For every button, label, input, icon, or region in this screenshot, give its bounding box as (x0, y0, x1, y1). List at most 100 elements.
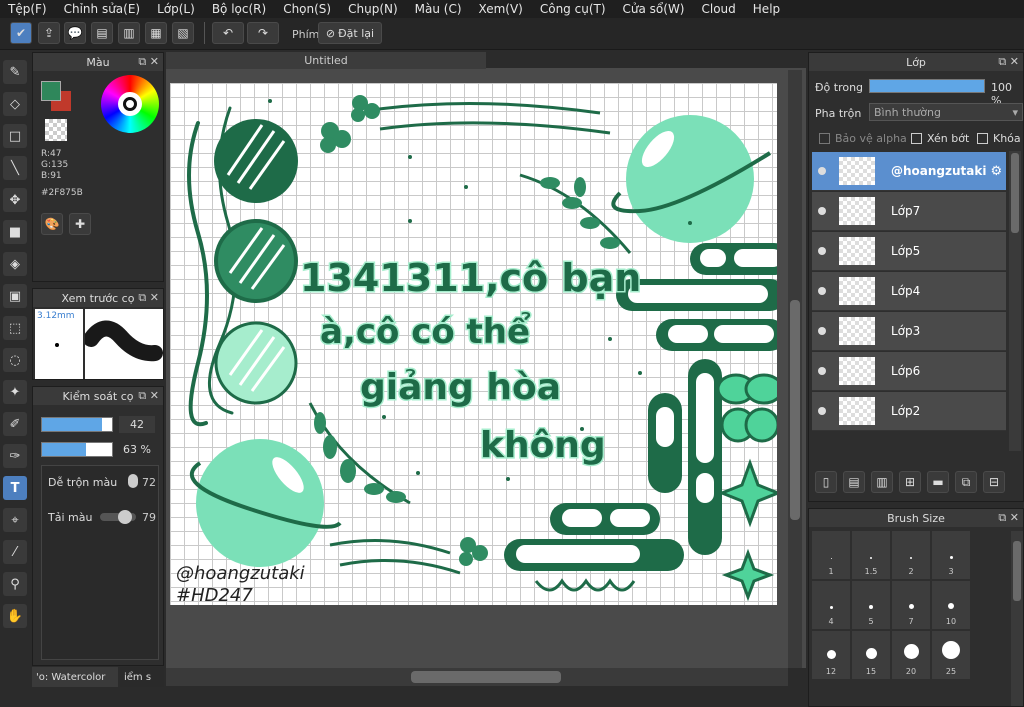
color-wheel[interactable] (101, 75, 159, 133)
brush-size-cell[interactable]: 2 (892, 531, 930, 579)
menu-item[interactable]: Công cụ(T) (532, 2, 615, 16)
layer-row[interactable]: Lớp5 (812, 232, 1006, 271)
comment-icon[interactable]: ▤ (91, 22, 113, 44)
brush-size-cell[interactable]: 1 (812, 531, 850, 579)
menu-item[interactable]: Chỉnh sửa(E) (56, 2, 150, 16)
lock-checkbox[interactable] (977, 133, 988, 144)
transparent-swatch[interactable] (45, 119, 67, 141)
brush-size-slider[interactable] (41, 417, 113, 432)
fill-rect-tool-icon[interactable]: ■ (3, 220, 27, 244)
duplicate-layer-icon[interactable]: ⧉ (955, 471, 977, 493)
brush-size-cell[interactable]: 7 (892, 581, 930, 629)
new-layer-options-icon[interactable]: ▤ (843, 471, 865, 493)
protect-alpha-checkbox[interactable] (819, 133, 830, 144)
new-layer-icon[interactable]: ▯ (815, 471, 837, 493)
eraser-tool-icon[interactable]: ◇ (3, 92, 27, 116)
brush-size-scroll-thumb[interactable] (1013, 541, 1021, 601)
brush-size-cell[interactable]: 1.5 (852, 531, 890, 579)
new-layer-settings-icon[interactable]: ▥ (871, 471, 893, 493)
visibility-icon[interactable] (818, 207, 826, 215)
gear-icon[interactable]: ⚙ (990, 164, 1002, 179)
menu-item[interactable]: Chụp(N) (340, 2, 407, 16)
brush-size-cell[interactable]: 20 (892, 631, 930, 679)
divider-tool-icon[interactable]: ⁄ (3, 540, 27, 564)
visibility-icon[interactable] (818, 367, 826, 375)
layer-row[interactable]: Lớp4 (812, 272, 1006, 311)
panel-controls-icon[interactable]: ⧉ ✕ (138, 55, 159, 69)
layout-icon[interactable]: ▧ (172, 22, 194, 44)
rectangle-tool-icon[interactable]: □ (3, 124, 27, 148)
horizontal-scrollbar[interactable] (166, 668, 788, 686)
select-tool-icon[interactable]: ⬚ (3, 316, 27, 340)
layers-scrollbar[interactable] (1009, 151, 1021, 451)
gradient-tool-icon[interactable]: ▣ (3, 284, 27, 308)
line-tool-icon[interactable]: ╲ (3, 156, 27, 180)
layer-row[interactable]: @hoangzutaki ⚙ (812, 152, 1006, 191)
layer-row[interactable]: Lớp3 (812, 312, 1006, 351)
brush-tool-icon[interactable]: ✎ (3, 60, 27, 84)
brush-tab-watercolor[interactable]: 'o: Watercolor (32, 667, 118, 687)
undo-icon[interactable]: ↶ (212, 22, 244, 44)
clipping-checkbox[interactable] (911, 133, 922, 144)
brush-opacity-slider[interactable] (41, 442, 113, 457)
vertical-scrollbar[interactable] (788, 70, 802, 668)
brush-tab-control[interactable]: iểm s (120, 667, 164, 687)
bucket-tool-icon[interactable]: ◈ (3, 252, 27, 276)
chat-icon[interactable]: 💬 (64, 22, 86, 44)
eyedropper-icon[interactable]: ⚲ (3, 572, 27, 596)
load-slider-knob[interactable] (118, 510, 132, 524)
magic-wand-icon[interactable]: ✦ (3, 380, 27, 404)
panel-controls-icon[interactable]: ⧉ ✕ (138, 389, 159, 403)
menu-item[interactable]: Lớp(L) (149, 2, 204, 16)
canvas-tool-icon[interactable]: ✔ (10, 22, 32, 44)
brush-size-scrollbar[interactable] (1011, 531, 1023, 706)
brush-size-value[interactable]: 42 (119, 416, 155, 433)
brush-size-cell[interactable]: 12 (812, 631, 850, 679)
redo-icon[interactable]: ↷ (247, 22, 279, 44)
lasso-tool-icon[interactable]: ◌ (3, 348, 27, 372)
menu-item[interactable]: Bộ lọc(R) (204, 2, 275, 16)
palette-add-icon[interactable]: ✚ (69, 213, 91, 235)
canvas[interactable]: 1341311,cô bạn à,cô có thể giảng hòa khô… (170, 83, 777, 605)
vertical-scroll-thumb[interactable] (790, 300, 800, 520)
menu-item[interactable]: Tệp(F) (0, 2, 56, 16)
brush-size-cell[interactable]: 5 (852, 581, 890, 629)
menu-item[interactable]: Xem(V) (471, 2, 532, 16)
folder-icon[interactable]: ▬ (927, 471, 949, 493)
brush-size-cell[interactable]: 4 (812, 581, 850, 629)
brush-size-cell[interactable]: 10 (932, 581, 970, 629)
merge-layer-icon[interactable]: ⊟ (983, 471, 1005, 493)
blend-slider-knob[interactable] (128, 474, 138, 488)
horizontal-scroll-thumb[interactable] (411, 671, 561, 683)
layer-add-menu-icon[interactable]: ⊞ (899, 471, 921, 493)
blend-mode-select[interactable]: Bình thường ▾ (869, 103, 1023, 121)
hand-tool-icon[interactable]: ✋ (3, 604, 27, 628)
select-eraser-icon[interactable]: ✑ (3, 444, 27, 468)
visibility-icon[interactable] (818, 167, 826, 175)
layers-scroll-thumb[interactable] (1011, 153, 1019, 233)
move-tool-icon[interactable]: ✥ (3, 188, 27, 212)
visibility-icon[interactable] (818, 327, 826, 335)
document-tab[interactable]: Untitled (166, 52, 486, 69)
menu-item[interactable]: Chọn(S) (275, 2, 340, 16)
visibility-icon[interactable] (818, 287, 826, 295)
reset-button[interactable]: ⊘ Đặt lại (318, 22, 382, 44)
visibility-icon[interactable] (818, 407, 826, 415)
select-pen-icon[interactable]: ✐ (3, 412, 27, 436)
grid-settings-icon[interactable]: ▦ (145, 22, 167, 44)
menu-item[interactable]: Cửa sổ(W) (615, 2, 694, 16)
document-icon[interactable]: ▥ (118, 22, 140, 44)
layer-row[interactable]: Lớp2 (812, 392, 1006, 431)
brush-size-cell[interactable]: 25 (932, 631, 970, 679)
brush-size-cell[interactable]: 3 (932, 531, 970, 579)
menu-item[interactable]: Cloud (694, 2, 745, 16)
panel-controls-icon[interactable]: ⧉ ✕ (998, 511, 1019, 525)
brush-size-cell[interactable]: 15 (852, 631, 890, 679)
panel-controls-icon[interactable]: ⧉ ✕ (138, 291, 159, 305)
panel-controls-icon[interactable]: ⧉ ✕ (998, 55, 1019, 69)
layer-opacity-slider[interactable] (869, 79, 985, 93)
layer-row[interactable]: Lớp7 (812, 192, 1006, 231)
visibility-icon[interactable] (818, 247, 826, 255)
menu-item[interactable]: Help (745, 2, 789, 16)
layer-row[interactable]: Lớp6 (812, 352, 1006, 391)
